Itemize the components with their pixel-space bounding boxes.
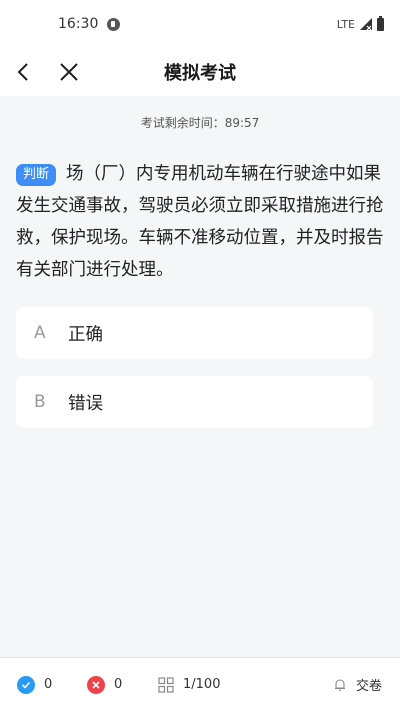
- progress-value: 1/100: [183, 677, 221, 692]
- timer-value: 89:57: [224, 116, 260, 130]
- status-indicators: LTE: [336, 15, 384, 31]
- close-button[interactable]: [57, 60, 81, 84]
- question: 判断 场（厂）内专用机动车辆在行驶途中如果发生交通事故，驾驶员必须立即采取措施进行…: [16, 158, 386, 286]
- option-letter: A: [34, 323, 46, 343]
- app-notification-icon: [107, 17, 121, 31]
- network-type: LTE: [336, 17, 355, 31]
- wrong-count: 0: [87, 675, 123, 694]
- option-letter: B: [34, 392, 46, 412]
- battery-icon: [377, 15, 384, 31]
- exam-timer: 考试剩余时间：89:57: [0, 114, 400, 131]
- back-button[interactable]: [12, 60, 36, 84]
- timer-label: 考试剩余时间：: [140, 116, 225, 130]
- correct-count: 0: [17, 675, 53, 694]
- option-b[interactable]: B 错误: [16, 376, 373, 428]
- option-text: 正确: [68, 324, 103, 345]
- status-time: 16:30: [58, 16, 99, 32]
- close-icon: [60, 63, 78, 81]
- page-title: 模拟考试: [164, 63, 236, 84]
- header: 模拟考试: [0, 48, 400, 96]
- bottom-bar: 0 0 1/100 交卷: [0, 657, 400, 711]
- status-bar: 16:30 LTE: [0, 0, 400, 48]
- submit-label: 交卷: [356, 679, 383, 694]
- question-progress-button[interactable]: 1/100: [158, 676, 221, 693]
- option-a[interactable]: A 正确: [16, 307, 373, 359]
- x-circle-icon: [87, 675, 105, 694]
- check-circle-icon: [17, 675, 35, 694]
- wrong-count-value: 0: [114, 677, 123, 692]
- signal-icon: [360, 18, 372, 31]
- correct-count-value: 0: [44, 677, 53, 692]
- chevron-left-icon: [17, 63, 28, 81]
- question-text: 场（厂）内专用机动车辆在行驶途中如果发生交通事故，驾驶员必须立即采取措施进行抢救…: [16, 164, 384, 280]
- bell-icon: [335, 678, 345, 691]
- question-type-badge: 判断: [16, 164, 57, 186]
- grid-icon: [158, 676, 174, 693]
- option-text: 错误: [68, 393, 103, 414]
- submit-button[interactable]: 交卷: [333, 675, 382, 694]
